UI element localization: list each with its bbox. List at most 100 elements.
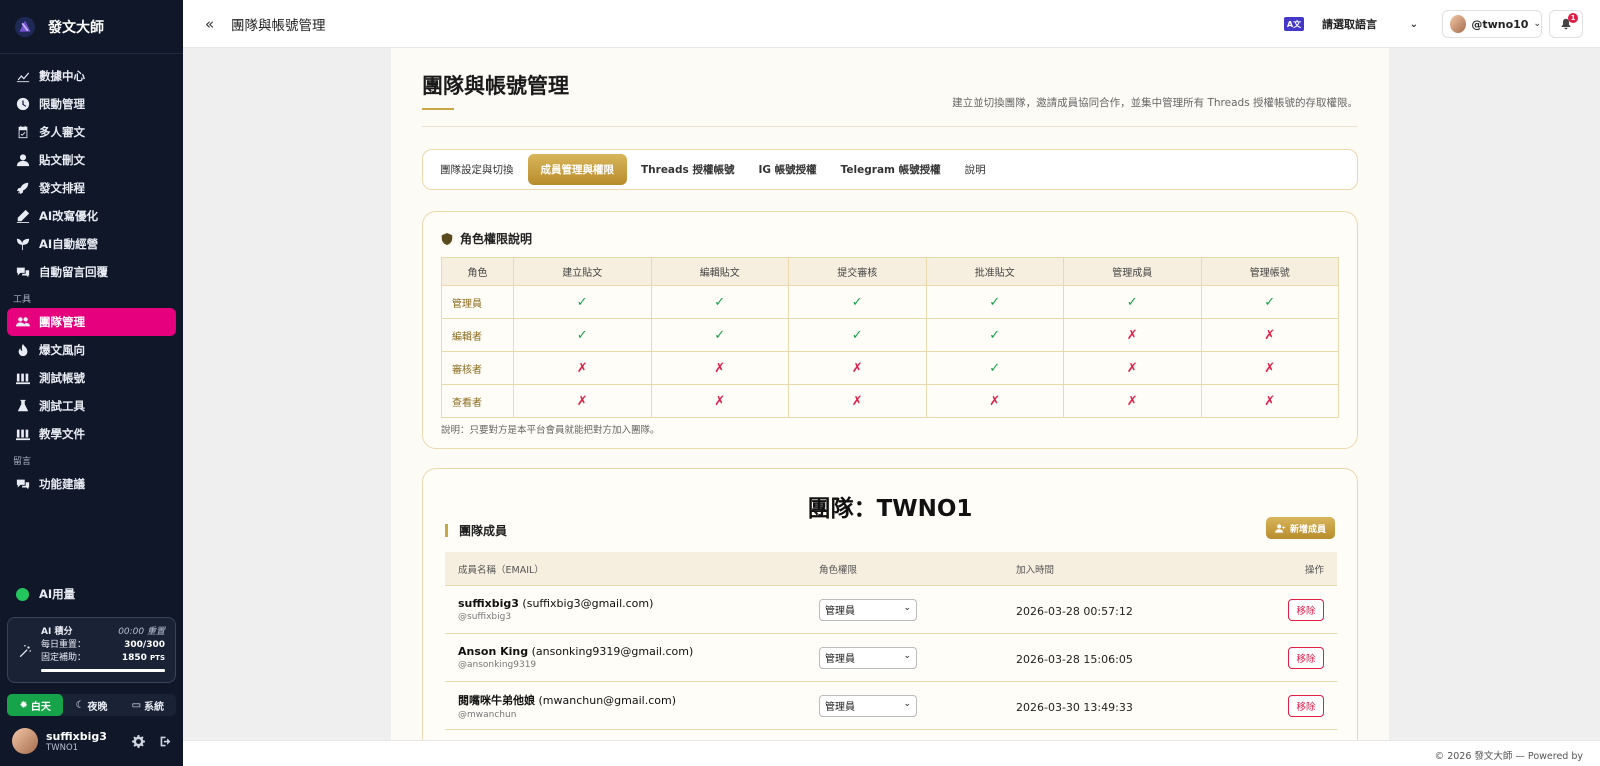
sidebar-item-數據中心[interactable]: 數據中心 (7, 62, 176, 90)
sidebar-item-爆文風向[interactable]: 爆文風向 (7, 336, 176, 364)
theme-night-button[interactable]: ☾ 夜晚 (63, 694, 119, 716)
points-progress-bar (41, 669, 165, 672)
members-section-header: 團隊成員 (445, 522, 507, 539)
account-avatar (1450, 15, 1467, 33)
language-select[interactable]: 請選取語言 ⌄ (1314, 10, 1424, 38)
table-row: 閱嘴咪牛弟他娘 (mwanchun@gmail.com) @mwanchun 管理員… (445, 682, 1337, 730)
tab-1[interactable]: 成員管理與權限 (527, 154, 627, 185)
table-row: suffixbig3 (suffixbig3@gmail.com) @suffix… (445, 586, 1337, 634)
brand[interactable]: 發文大師 (0, 0, 183, 54)
pen-icon (16, 209, 30, 223)
sidebar-item-label: 測試帳號 (39, 371, 85, 385)
sidebar-item-label: 功能建議 (39, 477, 85, 491)
check-icon: ✓ (925, 285, 1064, 319)
members-column-header: 角色權限 (819, 564, 858, 576)
team-title: 團隊：TWNO1 (807, 496, 973, 522)
sidebar-item-測試工具[interactable]: 測試工具 (7, 392, 176, 420)
page-description: 建立並切換團隊，邀請成員協同合作，並集中管理所有 Threads 授權帳號的存取… (952, 97, 1358, 109)
sidebar-item-label: 測試工具 (39, 399, 85, 413)
account-switcher[interactable]: @twno10 ⌄ (1442, 10, 1542, 38)
permission-column-header: 批准貼文 (925, 257, 1064, 286)
member-role-select[interactable]: 管理員 ⌄ (819, 694, 917, 717)
tab-4[interactable]: Telegram 帳號授權 (831, 154, 951, 185)
logout-icon[interactable] (159, 735, 172, 748)
role-name: 管理員 (441, 285, 514, 319)
remove-member-button[interactable]: 移除 (1288, 646, 1324, 669)
avatar[interactable] (12, 728, 38, 754)
member-role-value: 管理員 (825, 654, 855, 665)
team-members-card: 團隊：TWNO1 團隊成員 新增成員 成員名稱（EMAIL） 角色權限 加入時間 操作… (422, 468, 1358, 740)
permission-row: 查看者 ✗ ✗ ✗ ✗ ✗ ✗ (441, 384, 1339, 418)
member-role-select[interactable]: 管理員 ⌄ (819, 646, 917, 669)
check-icon: ✓ (1063, 285, 1202, 319)
remove-member-button[interactable]: 移除 (1288, 694, 1324, 717)
chevron-down-icon: ⌄ (903, 602, 911, 613)
pie-chart-icon (16, 587, 29, 601)
chart-line-icon (16, 69, 30, 83)
comments-icon (16, 477, 30, 491)
theme-day-label: 白天 (30, 701, 51, 713)
cross-icon: ✗ (1063, 351, 1202, 385)
account-handle: @twno10 (1471, 17, 1529, 31)
sidebar-item-多人審文[interactable]: 多人審文 (7, 118, 176, 146)
sidebar-item-測試帳號[interactable]: 測試帳號 (7, 364, 176, 392)
member-handle: @suffixbig3 (458, 612, 512, 622)
points-fixed-value: 1850 (121, 653, 147, 663)
points-daily-value: 300/300 (124, 640, 165, 650)
page-title: 團隊與帳號管理 (422, 74, 569, 98)
flask-icon (16, 371, 30, 385)
remove-member-button[interactable]: 移除 (1288, 598, 1324, 621)
tab-2[interactable]: Threads 授權帳號 (631, 154, 744, 185)
tab-0[interactable]: 團隊設定與切換 (430, 154, 524, 185)
add-member-button[interactable]: 新增成員 (1266, 517, 1335, 539)
sidebar-item-自動留言回覆[interactable]: 自動留言回覆 (7, 258, 176, 286)
sidebar-item-發文排程[interactable]: 發文排程 (7, 174, 176, 202)
ai-usage-item[interactable]: AI用量 (7, 582, 176, 606)
user-plus-icon (1274, 523, 1286, 533)
sidebar-item-label: 團隊管理 (39, 315, 85, 329)
footer-text: © 2026 發文大師 — Powered by (1434, 751, 1583, 762)
notifications-button[interactable]: 1 (1549, 10, 1583, 38)
sidebar-item-AI自動經營[interactable]: AI自動經營 (7, 230, 176, 258)
check-icon: ✓ (925, 318, 1064, 352)
sidebar-item-團隊管理[interactable]: 團隊管理 (7, 308, 176, 336)
gear-icon[interactable] (132, 734, 145, 748)
user-icon (16, 153, 30, 167)
points-daily-label: 每日重置： (41, 640, 87, 650)
moon-icon: ☾ (75, 699, 85, 711)
tab-3[interactable]: IG 帳號授權 (748, 154, 826, 185)
cross-icon: ✗ (513, 351, 652, 385)
cross-icon: ✗ (650, 384, 789, 418)
footer: © 2026 發文大師 — Powered by (183, 740, 1600, 766)
sidebar-item-教學文件[interactable]: 教學文件 (7, 420, 176, 448)
member-role-value: 管理員 (825, 702, 855, 713)
members-column-header: 成員名稱（EMAIL） (458, 564, 544, 576)
member-name: 閱嘴咪牛弟他娘 (458, 693, 535, 707)
permission-column-header: 提交審核 (788, 257, 927, 286)
member-role-select[interactable]: 管理員 ⌄ (819, 598, 917, 621)
check-icon: ✓ (788, 285, 927, 319)
cross-icon: ✗ (1063, 384, 1202, 418)
role-name: 審核者 (441, 351, 514, 385)
magic-wand-icon (19, 644, 32, 658)
member-handle: @mwanchun (458, 709, 517, 720)
sidebar-section-tools: 工具 (13, 295, 32, 305)
sidebar-item-label: 自動留言回覆 (39, 265, 108, 279)
sidebar-item-功能建議[interactable]: 功能建議 (7, 470, 176, 498)
section-accent-bar (445, 524, 448, 537)
theme-system-button[interactable]: ▭ 系統 (120, 694, 176, 716)
sidebar-item-AI改寫優化[interactable]: AI改寫優化 (7, 202, 176, 230)
theme-day-button[interactable]: ✹ 白天 (7, 694, 64, 716)
theme-night-label: 夜晚 (87, 701, 108, 713)
points-unit: PTS (150, 654, 165, 662)
ai-usage-label: AI用量 (39, 587, 76, 601)
sidebar-item-label: 爆文風向 (39, 343, 85, 357)
tab-5[interactable]: 說明 (955, 154, 996, 185)
cross-icon: ✗ (1063, 318, 1202, 352)
chevron-down-icon: ⌄ (1409, 18, 1418, 30)
users-icon (16, 315, 30, 329)
collapse-sidebar-icon[interactable]: « (205, 15, 221, 33)
members-section-title: 團隊成員 (459, 524, 508, 538)
sidebar-item-限動管理[interactable]: 限動管理 (7, 90, 176, 118)
sidebar-item-貼文刪文[interactable]: 貼文刪文 (7, 146, 176, 174)
